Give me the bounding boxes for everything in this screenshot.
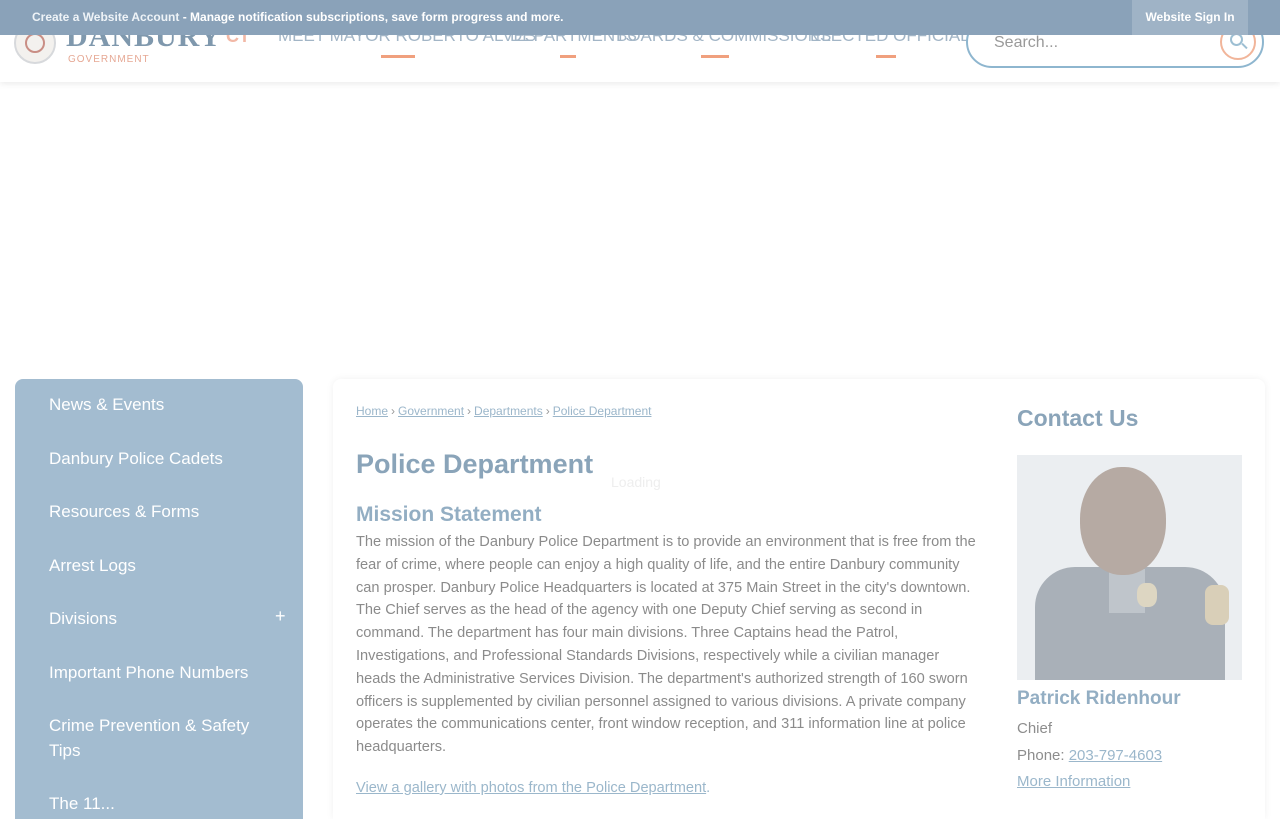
sidebar-item-crime-prevention[interactable]: Crime Prevention & Safety Tips xyxy=(49,713,269,763)
sidebar-item-divisions[interactable]: Divisions xyxy=(49,606,269,631)
create-account-link[interactable]: Create a Website Account xyxy=(32,10,179,24)
more-information-link[interactable]: More Information xyxy=(1017,773,1130,790)
police-badge-icon xyxy=(1137,583,1157,607)
breadcrumb-government[interactable]: Government xyxy=(398,404,464,418)
phone-link[interactable]: 203-797-4603 xyxy=(1069,747,1162,764)
loading-indicator: Loading xyxy=(611,474,661,490)
sidebar-item-resources-forms[interactable]: Resources & Forms xyxy=(49,499,269,524)
contact-us-heading: Contact Us xyxy=(1017,405,1139,431)
breadcrumb: Home › Government › Departments › Police Depar… xyxy=(356,404,652,418)
mission-statement-text: The mission of the Danbury Police Depart… xyxy=(356,534,976,756)
breadcrumb-home[interactable]: Home xyxy=(356,404,388,418)
gallery-link[interactable]: View a gallery with photos from the Poli… xyxy=(356,780,706,796)
notification-bar: Create a Website Account - Manage notifi… xyxy=(0,0,1280,35)
content-card: Home › Government › Departments › Police Depar… xyxy=(333,379,1265,819)
sidebar-item-next[interactable]: The 11... xyxy=(49,791,269,816)
breadcrumb-departments[interactable]: Departments xyxy=(474,404,543,418)
logo-subtitle: GOVERNMENT xyxy=(68,54,150,65)
contact-role: Chief xyxy=(1017,720,1053,737)
contact-name: Patrick Ridenhour xyxy=(1017,688,1181,709)
sidebar-item-arrest-logs[interactable]: Arrest Logs xyxy=(49,553,269,578)
page-title: Police Department xyxy=(356,449,594,479)
sidebar-nav: News & Events Danbury Police Cadets Reso… xyxy=(15,379,303,819)
shoulder-patch-icon xyxy=(1205,585,1229,625)
notification-message: - Manage notification subscriptions, sav… xyxy=(179,10,564,24)
sidebar-item-police-cadets[interactable]: Danbury Police Cadets xyxy=(49,446,269,471)
sidebar-item-news-events[interactable]: News & Events xyxy=(49,392,269,417)
contact-phone: Phone: 203-797-4603 xyxy=(1017,747,1163,764)
website-sign-in-button[interactable]: Website Sign In xyxy=(1132,0,1248,35)
sidebar-item-phone-numbers[interactable]: Important Phone Numbers xyxy=(49,660,269,685)
expand-divisions-icon[interactable]: + xyxy=(275,606,286,627)
chief-photo xyxy=(1017,455,1242,680)
mission-statement-heading: Mission Statement xyxy=(356,503,542,526)
breadcrumb-police-department[interactable]: Police Department xyxy=(553,404,652,418)
